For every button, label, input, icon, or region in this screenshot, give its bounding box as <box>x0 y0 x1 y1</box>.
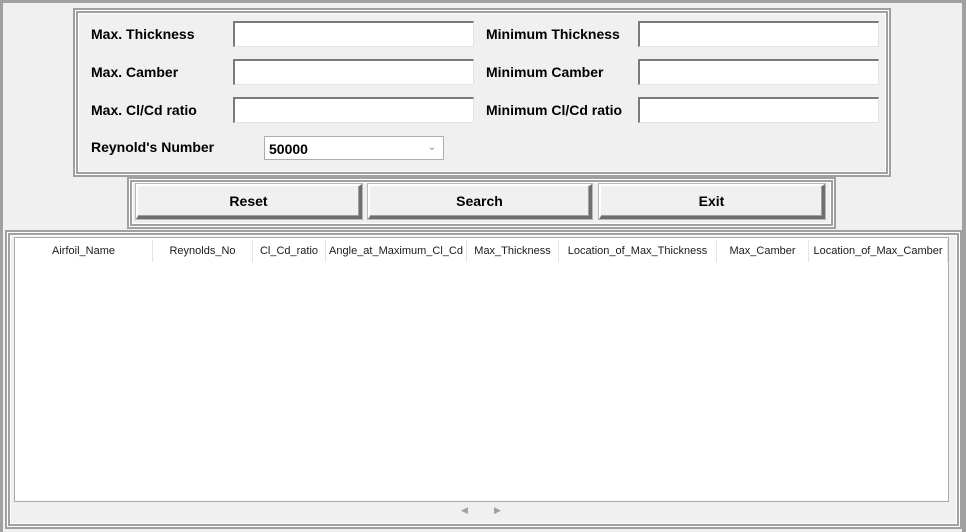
max-camber-label: Max. Camber <box>91 64 179 80</box>
horizontal-scrollbar[interactable]: ◀ ▶ <box>14 502 949 518</box>
column-header-airfoil-name[interactable]: Airfoil_Name <box>15 240 153 262</box>
window-border-right <box>962 0 966 532</box>
max-thickness-label: Max. Thickness <box>91 26 195 42</box>
column-header-angle-at-max-cl-cd[interactable]: Angle_at_Maximum_Cl_Cd <box>326 240 467 262</box>
chevron-down-icon[interactable]: ⌄ <box>425 141 439 155</box>
reynolds-number-value: 50000 <box>269 141 308 157</box>
reynolds-number-select[interactable]: 50000 ⌄ <box>264 136 444 160</box>
min-thickness-field[interactable] <box>640 23 878 46</box>
max-thickness-input[interactable] <box>233 21 474 47</box>
max-thickness-field[interactable] <box>235 23 473 46</box>
results-table[interactable]: Airfoil_Name Reynolds_No Cl_Cd_ratio Ang… <box>14 237 949 502</box>
window-border-top <box>0 0 966 3</box>
reset-button[interactable]: Reset <box>136 184 362 219</box>
column-header-max-camber[interactable]: Max_Camber <box>717 240 809 262</box>
scroll-right-icon[interactable]: ▶ <box>494 503 501 517</box>
min-clcd-field[interactable] <box>640 99 878 122</box>
column-header-location-max-thickness[interactable]: Location_of_Max_Thickness <box>559 240 717 262</box>
column-header-max-thickness[interactable]: Max_Thickness <box>467 240 559 262</box>
max-clcd-input[interactable] <box>233 97 474 123</box>
max-clcd-field[interactable] <box>235 99 473 122</box>
window-border-left <box>0 0 3 532</box>
min-camber-label: Minimum Camber <box>486 64 604 80</box>
search-button[interactable]: Search <box>368 184 592 219</box>
min-clcd-input[interactable] <box>638 97 879 123</box>
reynolds-number-label: Reynold's Number <box>91 139 215 155</box>
column-header-cl-cd-ratio[interactable]: Cl_Cd_ratio <box>253 240 326 262</box>
max-clcd-label: Max. Cl/Cd ratio <box>91 102 197 118</box>
max-camber-field[interactable] <box>235 61 473 84</box>
min-thickness-input[interactable] <box>638 21 879 47</box>
column-header-location-max-camber[interactable]: Location_of_Max_Camber <box>809 240 948 262</box>
min-thickness-label: Minimum Thickness <box>486 26 620 42</box>
min-camber-field[interactable] <box>640 61 878 84</box>
table-header: Airfoil_Name Reynolds_No Cl_Cd_ratio Ang… <box>15 240 948 262</box>
column-header-reynolds-no[interactable]: Reynolds_No <box>153 240 253 262</box>
min-clcd-label: Minimum Cl/Cd ratio <box>486 102 623 118</box>
max-camber-input[interactable] <box>233 59 474 85</box>
min-camber-input[interactable] <box>638 59 879 85</box>
exit-button[interactable]: Exit <box>599 184 825 219</box>
scroll-left-icon[interactable]: ◀ <box>461 503 468 517</box>
